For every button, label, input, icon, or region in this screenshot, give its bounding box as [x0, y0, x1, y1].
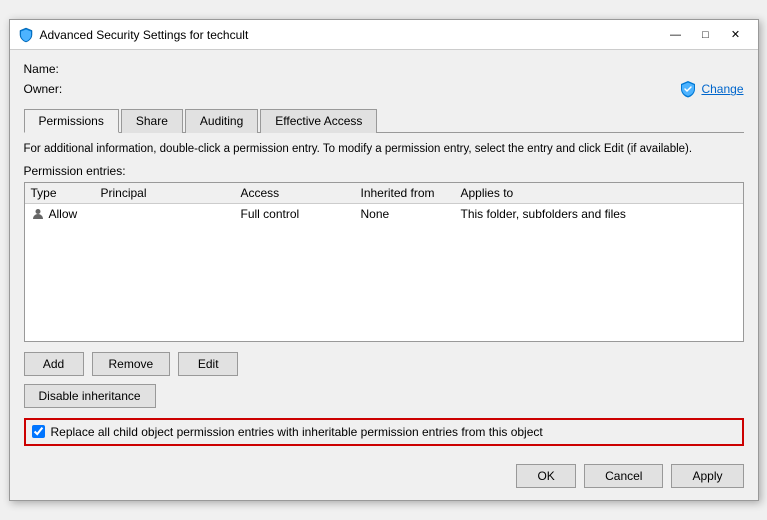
- col-header-applies: Applies to: [455, 183, 743, 204]
- minimize-button[interactable]: —: [662, 25, 690, 45]
- change-label: Change: [701, 82, 743, 96]
- change-link[interactable]: Change: [679, 80, 743, 98]
- owner-label: Owner:: [24, 82, 74, 96]
- cancel-button[interactable]: Cancel: [584, 464, 663, 488]
- owner-row: Owner: Change: [24, 80, 744, 98]
- table-header-row: Type Principal Access Inherited from App…: [25, 183, 743, 204]
- close-button[interactable]: ✕: [722, 25, 750, 45]
- title-bar-left: Advanced Security Settings for techcult: [18, 27, 249, 43]
- permissions-section-label: Permission entries:: [24, 164, 744, 178]
- cell-applies: This folder, subfolders and files: [455, 203, 743, 224]
- bottom-buttons: OK Cancel Apply: [24, 460, 744, 488]
- action-buttons-row: Add Remove Edit: [24, 352, 744, 376]
- replace-permissions-row: Replace all child object permission entr…: [24, 418, 744, 446]
- tab-permissions[interactable]: Permissions: [24, 109, 119, 133]
- cell-access: Full control: [235, 203, 355, 224]
- main-window: Advanced Security Settings for techcult …: [9, 19, 759, 500]
- cell-principal: [95, 203, 235, 224]
- user-icon: [31, 207, 45, 221]
- col-header-principal: Principal: [95, 183, 235, 204]
- permissions-table: Type Principal Access Inherited from App…: [25, 183, 743, 225]
- remove-button[interactable]: Remove: [92, 352, 171, 376]
- title-bar: Advanced Security Settings for techcult …: [10, 20, 758, 50]
- col-header-access: Access: [235, 183, 355, 204]
- replace-permissions-label: Replace all child object permission entr…: [51, 425, 543, 439]
- add-button[interactable]: Add: [24, 352, 84, 376]
- info-text: For additional information, double-click…: [24, 141, 744, 157]
- change-shield-icon: [679, 80, 697, 98]
- cell-inherited: None: [355, 203, 455, 224]
- col-header-type: Type: [25, 183, 95, 204]
- tab-effective-access[interactable]: Effective Access: [260, 109, 377, 133]
- col-header-inherited: Inherited from: [355, 183, 455, 204]
- permissions-table-container: Type Principal Access Inherited from App…: [24, 182, 744, 342]
- title-buttons: — □ ✕: [662, 25, 750, 45]
- tab-share[interactable]: Share: [121, 109, 183, 133]
- cell-type: Allow: [25, 203, 95, 224]
- tabs-container: Permissions Share Auditing Effective Acc…: [24, 108, 744, 133]
- ok-button[interactable]: OK: [516, 464, 576, 488]
- window-icon: [18, 27, 34, 43]
- apply-button[interactable]: Apply: [671, 464, 743, 488]
- name-label: Name:: [24, 62, 74, 76]
- window-title: Advanced Security Settings for techcult: [40, 28, 249, 42]
- edit-button[interactable]: Edit: [178, 352, 238, 376]
- replace-permissions-checkbox[interactable]: [32, 425, 45, 438]
- dialog-content: Name: Owner: Change Permissions: [10, 50, 758, 499]
- name-row: Name:: [24, 62, 744, 76]
- disable-inheritance-button[interactable]: Disable inheritance: [24, 384, 156, 408]
- table-row[interactable]: Allow Full controlNoneThis folder, subfol…: [25, 203, 743, 224]
- maximize-button[interactable]: □: [692, 25, 720, 45]
- tab-auditing[interactable]: Auditing: [185, 109, 258, 133]
